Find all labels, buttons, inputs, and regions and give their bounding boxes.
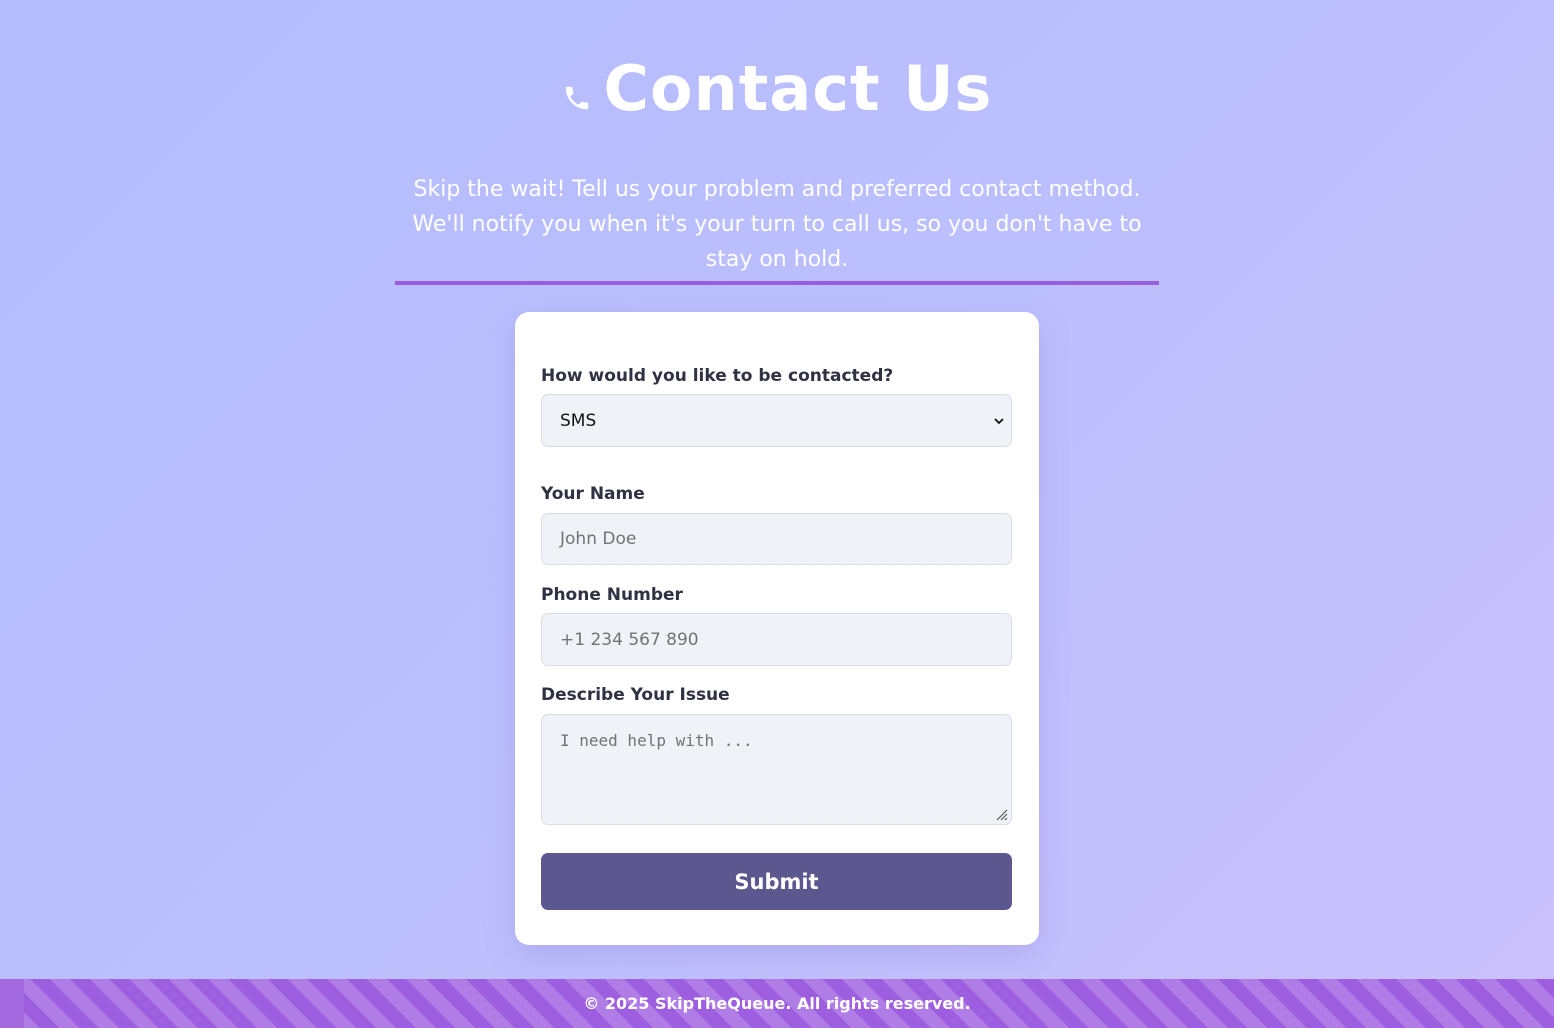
contact-form: How would you like to be contacted? SMS … — [515, 312, 1039, 945]
phone-input[interactable]: +1 234 567 890 — [541, 613, 1012, 666]
phone-label: Phone Number — [541, 585, 683, 605]
issue-textarea[interactable]: I need help with ... — [541, 714, 1012, 825]
header-divider — [395, 281, 1159, 285]
chevron-down-icon — [994, 417, 1004, 424]
issue-placeholder: I need help with ... — [560, 731, 753, 750]
submit-button[interactable]: Submit — [541, 853, 1012, 910]
contact-method-value: SMS — [560, 410, 597, 431]
phone-placeholder: +1 234 567 890 — [560, 629, 699, 650]
issue-label: Describe Your Issue — [541, 685, 730, 705]
footer-edge — [0, 979, 24, 1028]
name-placeholder: John Doe — [560, 529, 637, 549]
phone-icon — [565, 86, 588, 109]
resize-handle-icon[interactable] — [993, 806, 1009, 822]
contact-method-select[interactable]: SMS — [541, 394, 1012, 447]
page-footer: © 2025 SkipTheQueue. All rights reserved… — [0, 979, 1554, 1028]
name-input[interactable]: John Doe — [541, 513, 1012, 565]
page-header: Contact Us — [0, 52, 1554, 125]
page-subtitle: Skip the wait! Tell us your problem and … — [412, 177, 1142, 272]
name-label: Your Name — [541, 484, 645, 504]
page-title: Contact Us — [603, 52, 993, 125]
contact-method-label: How would you like to be contacted? — [541, 366, 894, 386]
footer-copyright: © 2025 SkipTheQueue. All rights reserved… — [583, 994, 971, 1013]
